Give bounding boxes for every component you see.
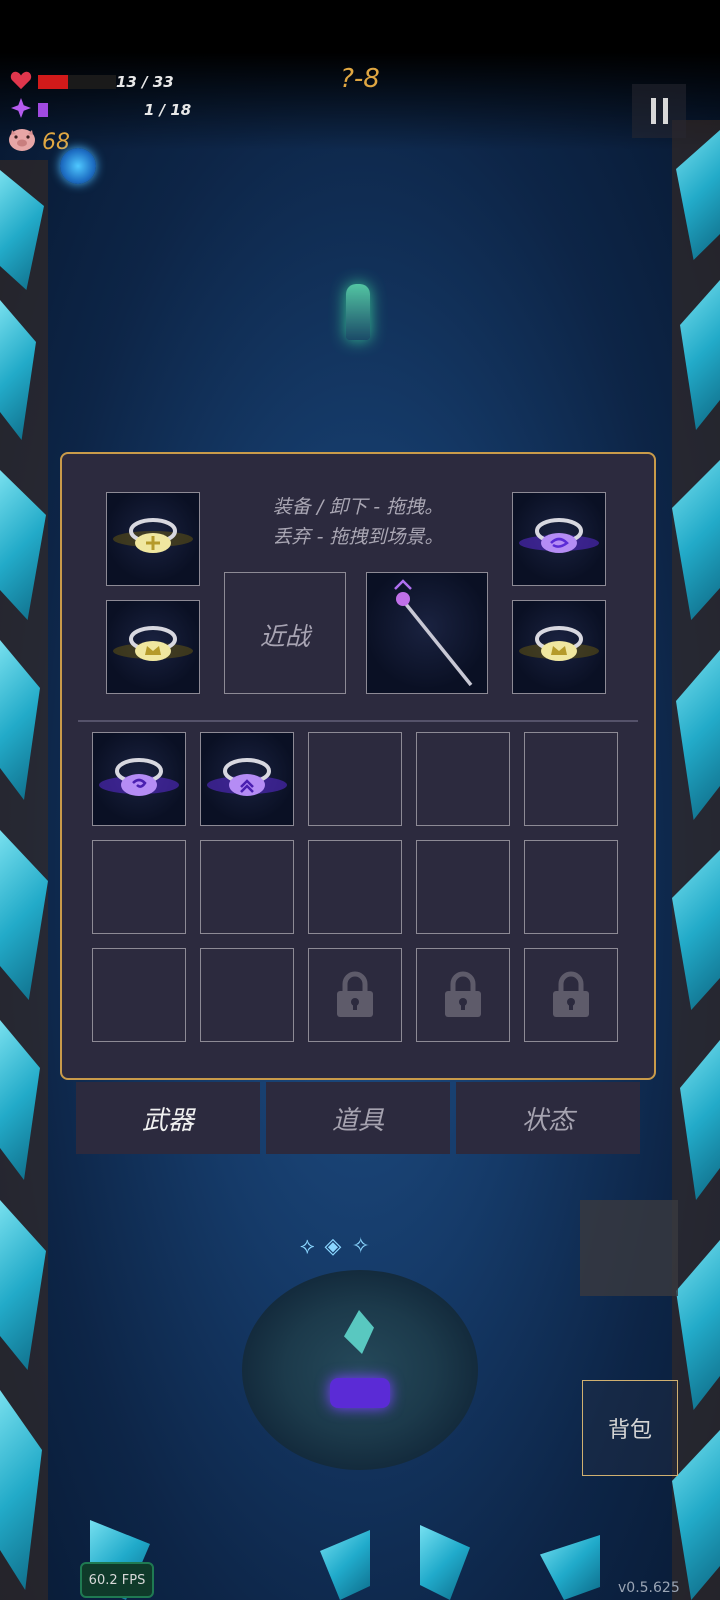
mana-row: 1 / 18 — [10, 98, 191, 122]
bag-slot-10[interactable] — [524, 840, 618, 934]
bag-slot-2[interactable] — [200, 732, 294, 826]
altar-runes: ⟡◈✧ — [300, 1234, 380, 1259]
melee-slot[interactable]: 近战 — [224, 572, 346, 694]
crystal — [420, 1525, 470, 1600]
instructions-line-2: 丢弃 - 拖拽到场景。 — [272, 526, 444, 548]
inventory-panel: 装备 / 卸下 - 拖拽。 丢弃 - 拖拽到场景。 近战 — [60, 452, 656, 1080]
pause-button[interactable] — [632, 84, 686, 138]
player-character — [346, 284, 370, 340]
bag-slot-12[interactable] — [200, 948, 294, 1042]
bag-slot-9[interactable] — [416, 840, 510, 934]
bag-slot-4[interactable] — [416, 732, 510, 826]
gold-crown-ring-icon — [113, 626, 193, 661]
pig-coin-icon — [8, 126, 36, 158]
altar-pedestal — [242, 1270, 478, 1470]
fps-counter: 60.2 FPS — [80, 1562, 154, 1598]
bag-slot-locked-2 — [416, 948, 510, 1042]
equip-slot-ring-1[interactable] — [106, 492, 200, 586]
bag-slot-locked-1 — [308, 948, 402, 1042]
gold-cross-ring-icon — [113, 518, 193, 553]
tab-weapons[interactable]: 武器 — [76, 1082, 260, 1154]
player-buff-orb — [60, 148, 96, 184]
gold-crown-ring-icon — [519, 626, 599, 661]
companion-portrait[interactable] — [580, 1200, 678, 1296]
tab-items[interactable]: 道具 — [266, 1082, 450, 1154]
coin-count: 68 — [42, 129, 70, 155]
mana-crystal-icon — [10, 98, 32, 122]
melee-label: 近战 — [259, 622, 310, 651]
mana-bar-fill — [38, 103, 48, 117]
version-label: v0.5.625 — [618, 1580, 680, 1596]
padlock-icon — [337, 971, 373, 1017]
altar-core — [330, 1378, 390, 1408]
instructions-line-1: 装备 / 卸下 - 拖拽。 — [272, 496, 444, 518]
weapon-slot[interactable] — [366, 572, 488, 694]
level-indicator: ?-8 — [340, 64, 380, 94]
crystal — [540, 1535, 600, 1600]
purple-swirl-ring-icon — [99, 758, 179, 796]
padlock-icon — [445, 971, 481, 1017]
bag-slot-1[interactable] — [92, 732, 186, 826]
equip-slot-ring-2[interactable] — [106, 600, 200, 694]
magic-staff-icon — [394, 579, 473, 687]
bag-slot-3[interactable] — [308, 732, 402, 826]
coin-counter: 68 — [8, 126, 70, 158]
bag-slot-11[interactable] — [92, 948, 186, 1042]
equip-slot-ring-3[interactable] — [512, 492, 606, 586]
bag-slot-5[interactable] — [524, 732, 618, 826]
bag-slot-7[interactable] — [200, 840, 294, 934]
crystal — [320, 1530, 370, 1600]
bag-slot-6[interactable] — [92, 840, 186, 934]
tab-status[interactable]: 状态 — [456, 1082, 640, 1154]
inventory-instructions: 装备 / 卸下 - 拖拽。 丢弃 - 拖拽到场景。 — [248, 492, 468, 552]
mana-bar — [38, 103, 116, 117]
equip-slot-ring-4[interactable] — [512, 600, 606, 694]
mana-text: 1 / 18 — [144, 101, 192, 119]
purple-rune-ring-icon — [519, 518, 599, 553]
bag-slot-locked-3 — [524, 948, 618, 1042]
purple-chevron-ring-icon — [207, 758, 287, 796]
pause-icon — [650, 98, 656, 124]
backpack-button[interactable]: 背包 — [582, 1380, 678, 1476]
pause-icon-bar — [662, 98, 668, 124]
padlock-icon — [553, 971, 589, 1017]
bag-slot-8[interactable] — [308, 840, 402, 934]
panel-divider — [78, 720, 638, 722]
